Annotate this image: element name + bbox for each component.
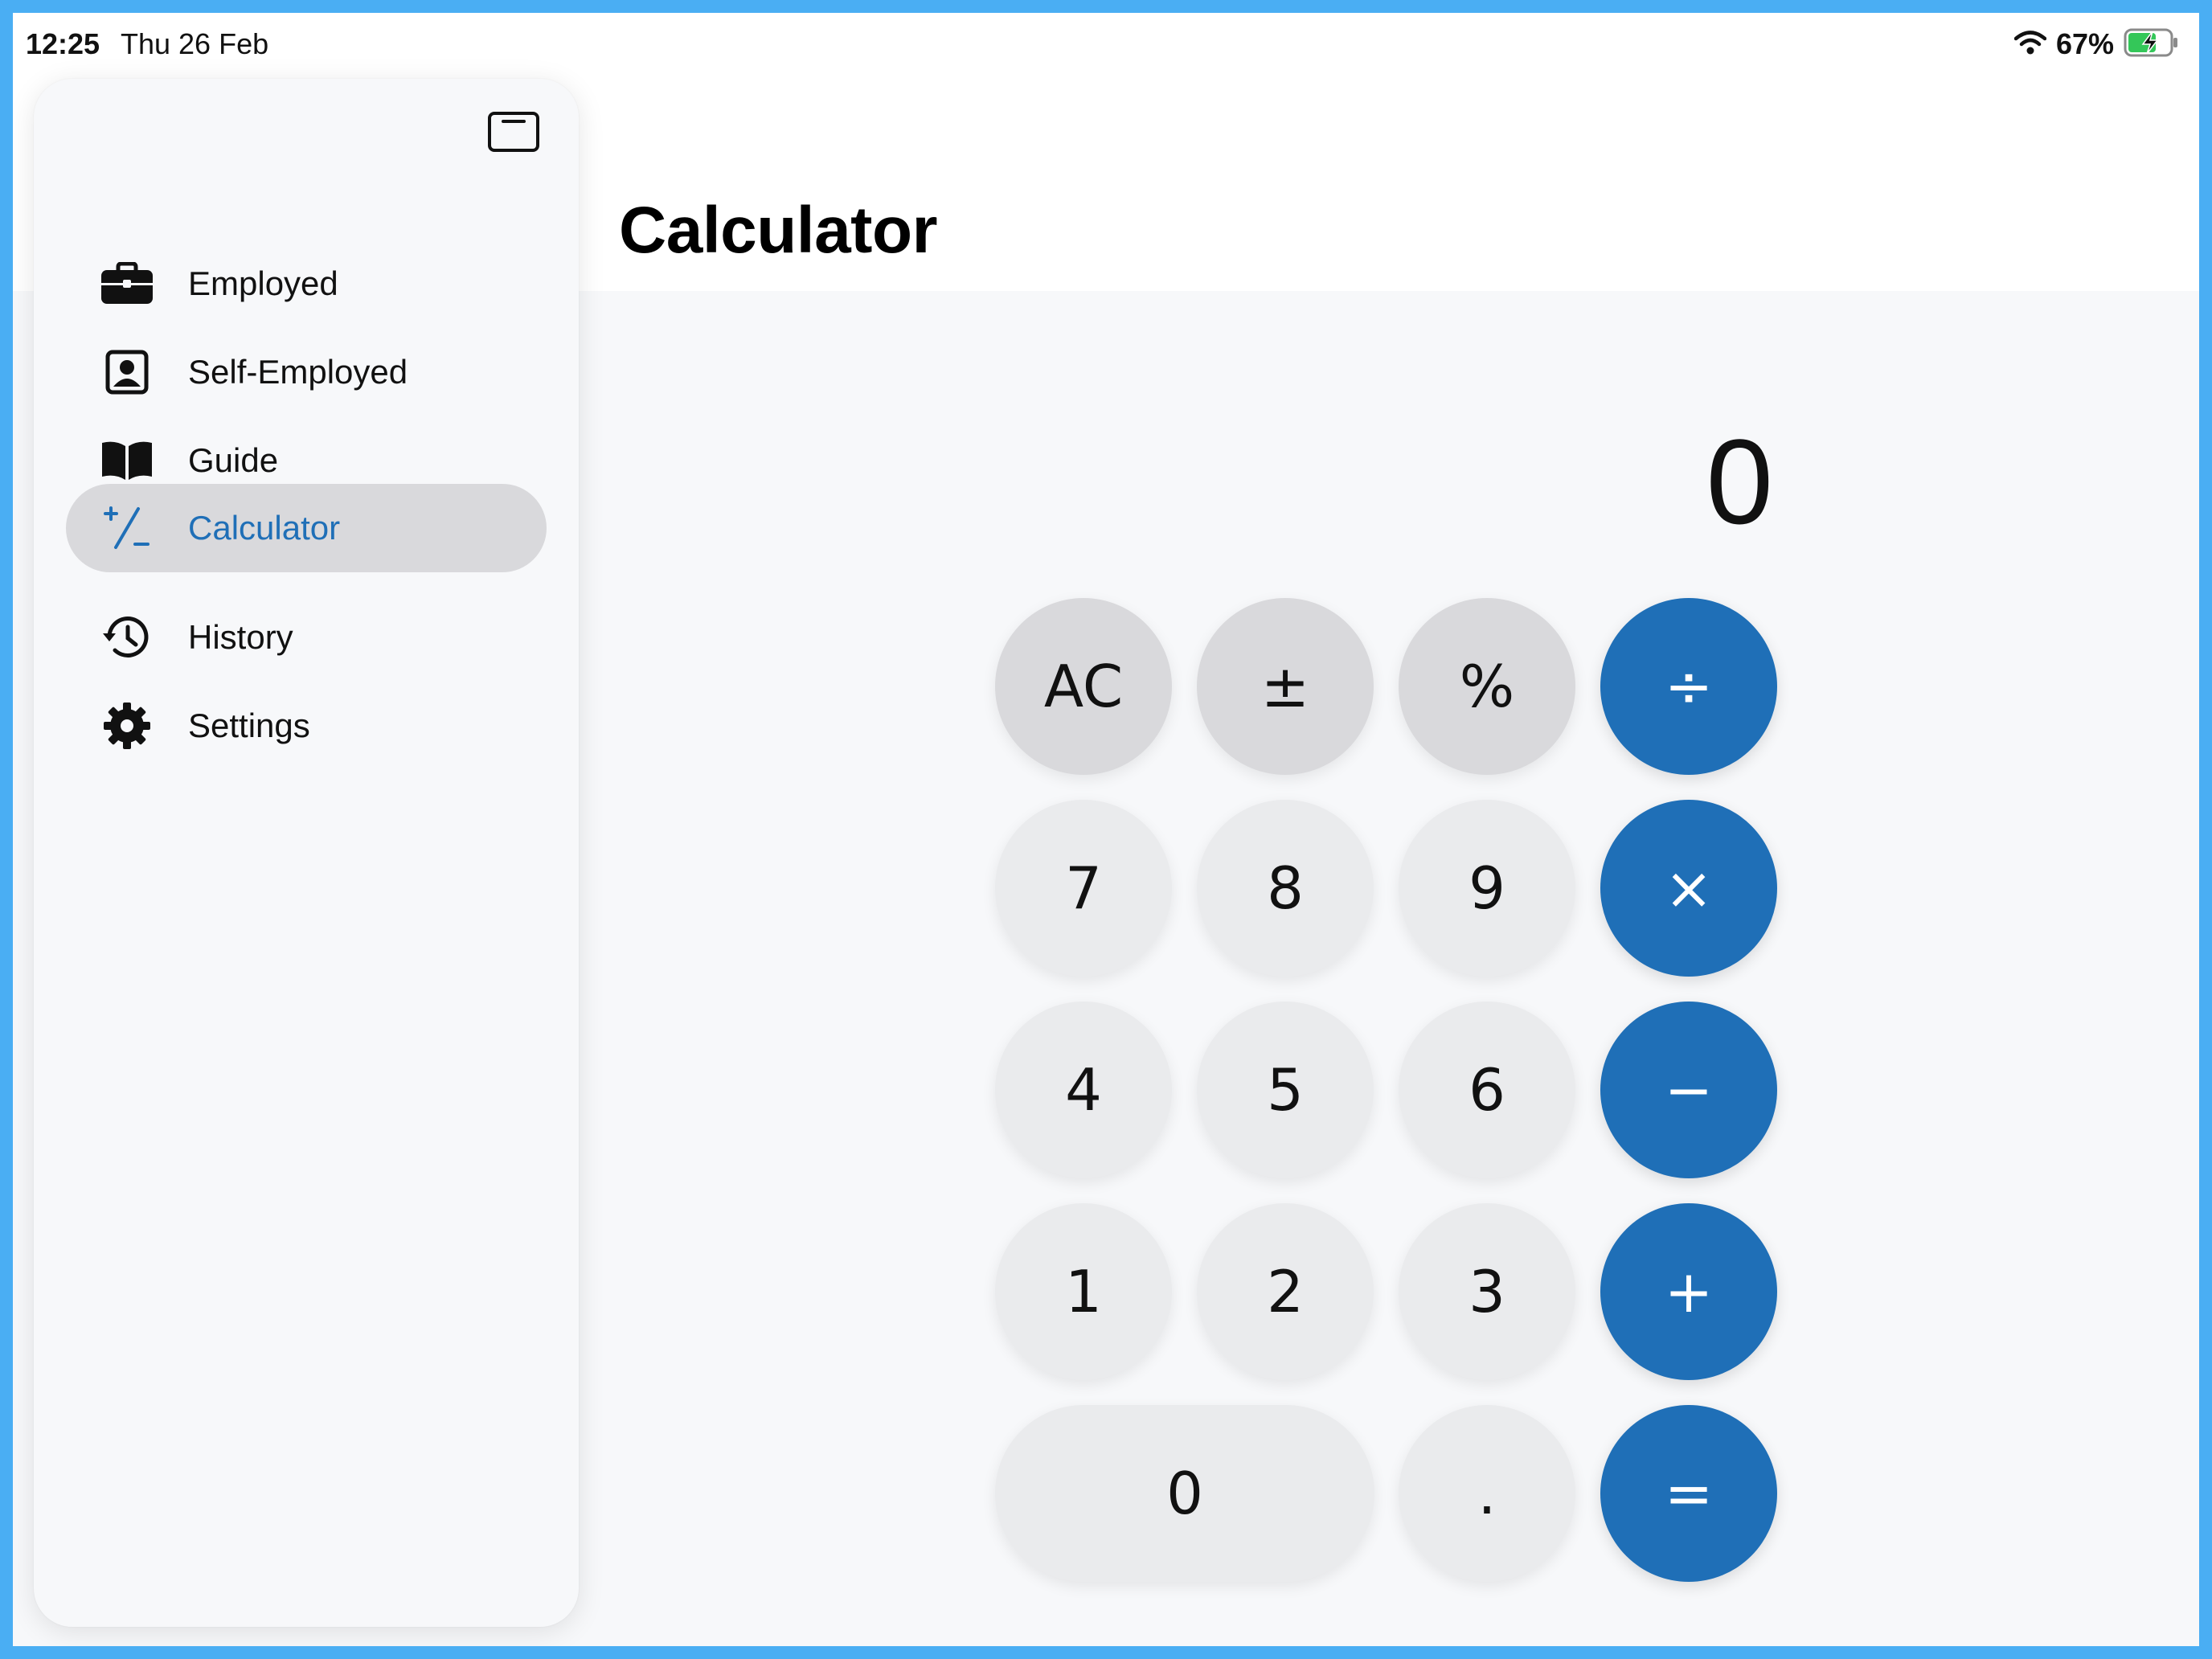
- key-multiply[interactable]: ×: [1600, 800, 1777, 977]
- key-9[interactable]: 9: [1399, 800, 1575, 977]
- battery-percentage: 67%: [2055, 27, 2114, 60]
- plus-slash-minus-icon: [100, 506, 154, 551]
- battery-charging-icon: [2124, 27, 2180, 62]
- sidebar-item-label: Self-Employed: [188, 353, 408, 391]
- key-1[interactable]: 1: [995, 1203, 1172, 1380]
- sidebar-item-label: Calculator: [188, 509, 341, 547]
- key-4[interactable]: 4: [995, 1002, 1172, 1178]
- gear-icon: [100, 703, 154, 749]
- app-screen: 12:25 Thu 26 Feb 67% Employed Self-Emplo…: [13, 13, 2199, 1646]
- key-minus[interactable]: −: [1600, 1002, 1777, 1178]
- sidebar-item-history[interactable]: History: [66, 593, 547, 682]
- key-all-clear[interactable]: AC: [995, 598, 1172, 775]
- key-divide[interactable]: ÷: [1600, 598, 1777, 775]
- key-5[interactable]: 5: [1197, 1002, 1374, 1178]
- key-8[interactable]: 8: [1197, 800, 1374, 977]
- status-indicators: 67%: [2013, 24, 2180, 64]
- sidebar-item-self-employed[interactable]: Self-Employed: [66, 328, 547, 416]
- status-time: 12:25: [26, 27, 100, 60]
- key-percent[interactable]: %: [1399, 598, 1575, 775]
- sidebar-item-label: History: [188, 618, 293, 656]
- sidebar: Employed Self-Employed Guide Calculator …: [34, 79, 579, 1627]
- key-7[interactable]: 7: [995, 800, 1172, 977]
- briefcase-icon: [100, 261, 154, 306]
- sidebar-item-label: Employed: [188, 264, 338, 302]
- sidebar-item-calculator[interactable]: Calculator: [66, 484, 547, 572]
- key-plus-minus[interactable]: ±: [1197, 598, 1374, 775]
- status-date: Thu 26 Feb: [121, 27, 269, 60]
- key-6[interactable]: 6: [1399, 1002, 1575, 1178]
- calculator-display: 0: [1706, 414, 1773, 549]
- sidebar-item-settings[interactable]: Settings: [66, 682, 547, 770]
- person-badge-icon: [100, 350, 154, 395]
- key-decimal[interactable]: .: [1399, 1405, 1575, 1582]
- key-plus[interactable]: +: [1600, 1203, 1777, 1380]
- book-icon: [100, 438, 154, 483]
- key-3[interactable]: 3: [1399, 1203, 1575, 1380]
- wifi-icon: [2013, 30, 2047, 59]
- history-clock-icon: [100, 615, 154, 660]
- sidebar-item-label: Guide: [188, 441, 279, 479]
- key-0[interactable]: 0: [995, 1405, 1374, 1582]
- key-2[interactable]: 2: [1197, 1203, 1374, 1380]
- sidebar-item-employed[interactable]: Employed: [66, 240, 547, 328]
- sidebar-item-label: Settings: [188, 707, 310, 744]
- sidebar-toggle-icon[interactable]: [487, 111, 540, 153]
- key-equals[interactable]: =: [1600, 1405, 1777, 1582]
- page-title: Calculator: [619, 194, 938, 267]
